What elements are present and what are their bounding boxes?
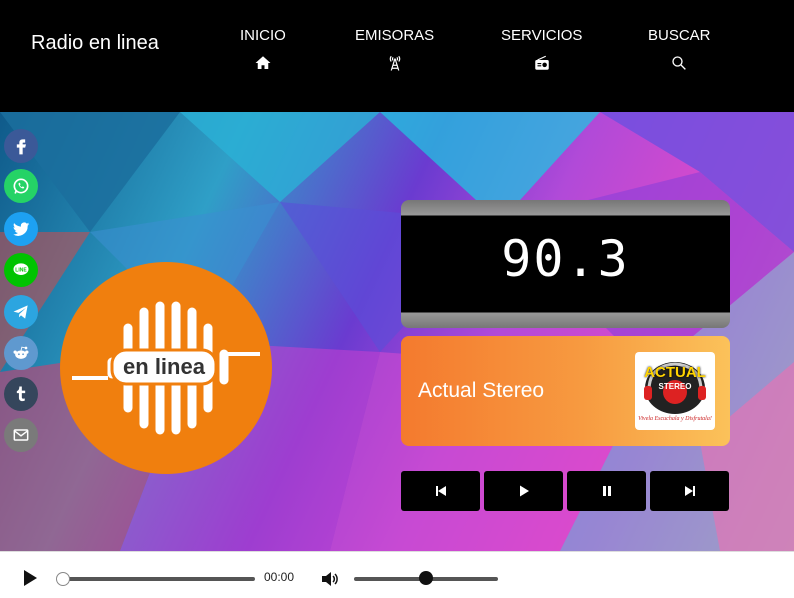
nav-inicio[interactable]: INICIO (240, 27, 286, 72)
station-logo-sub: STEREO (658, 382, 692, 391)
play-icon (519, 485, 529, 497)
whatsapp-icon (13, 178, 29, 194)
share-line-button[interactable]: LINE (4, 253, 38, 287)
audio-player-bar: 00:00 (0, 551, 794, 598)
volume-icon[interactable] (321, 571, 339, 587)
top-navigation-bar: Radio en linea INICIO EMISORAS SERVICIOS… (0, 0, 794, 112)
search-icon (672, 56, 687, 70)
station-logo-tagline: Vivela Escuchala y Disfrutala! (638, 416, 712, 422)
progress-track[interactable] (56, 572, 255, 586)
now-playing-card: Actual Stereo ACTUAL STEREO Vivela Escuc… (401, 336, 730, 446)
skip-previous-icon (435, 486, 446, 496)
home-icon (255, 56, 271, 69)
previous-button[interactable] (401, 471, 480, 511)
share-tumblr-button[interactable] (4, 377, 38, 411)
share-twitter-button[interactable] (4, 212, 38, 246)
nav-emisoras[interactable]: EMISORAS (355, 27, 434, 72)
nav-servicios[interactable]: SERVICIOS (501, 27, 582, 72)
logo-text: en linea (123, 354, 205, 379)
next-button[interactable] (650, 471, 729, 511)
facebook-icon (16, 139, 26, 155)
reddit-icon (13, 346, 29, 359)
radio-icon (534, 55, 549, 70)
skip-next-icon (684, 486, 695, 496)
share-email-button[interactable] (4, 418, 38, 452)
share-whatsapp-button[interactable] (4, 169, 38, 203)
svg-text:LINE: LINE (15, 267, 27, 273)
email-icon (13, 429, 29, 441)
nav-emisoras-label: EMISORAS (355, 27, 435, 44)
pause-icon (602, 486, 611, 496)
nav-buscar[interactable]: BUSCAR (648, 27, 711, 72)
share-reddit-button[interactable] (4, 336, 38, 370)
line-icon: LINE (13, 263, 29, 275)
radio-logo: en linea (60, 262, 272, 474)
share-telegram-button[interactable] (4, 295, 38, 329)
frequency-value: 90.3 (501, 230, 630, 288)
nav-servicios-label: SERVICIOS (501, 27, 583, 44)
site-brand[interactable]: Radio en linea (31, 32, 159, 55)
tumblr-icon (16, 386, 26, 402)
play-button[interactable] (484, 471, 563, 511)
progress-handle[interactable] (56, 572, 70, 586)
current-time: 00:00 (264, 570, 295, 584)
share-facebook-button[interactable] (4, 129, 38, 163)
frequency-display: 90.3 (401, 200, 730, 328)
station-logo: ACTUAL STEREO Vivela Escuchala y Disfrut… (635, 352, 715, 430)
station-logo-text: ACTUAL (644, 364, 706, 381)
nav-inicio-label: INICIO (240, 27, 286, 44)
volume-handle[interactable] (419, 571, 433, 585)
pause-button[interactable] (567, 471, 646, 511)
audio-play-icon[interactable] (21, 569, 39, 587)
antenna-icon (389, 55, 400, 71)
telegram-icon (13, 305, 28, 319)
twitter-icon (13, 222, 30, 236)
nav-buscar-label: BUSCAR (648, 27, 711, 44)
station-name: Actual Stereo (418, 379, 545, 402)
volume-slider[interactable] (354, 571, 498, 585)
